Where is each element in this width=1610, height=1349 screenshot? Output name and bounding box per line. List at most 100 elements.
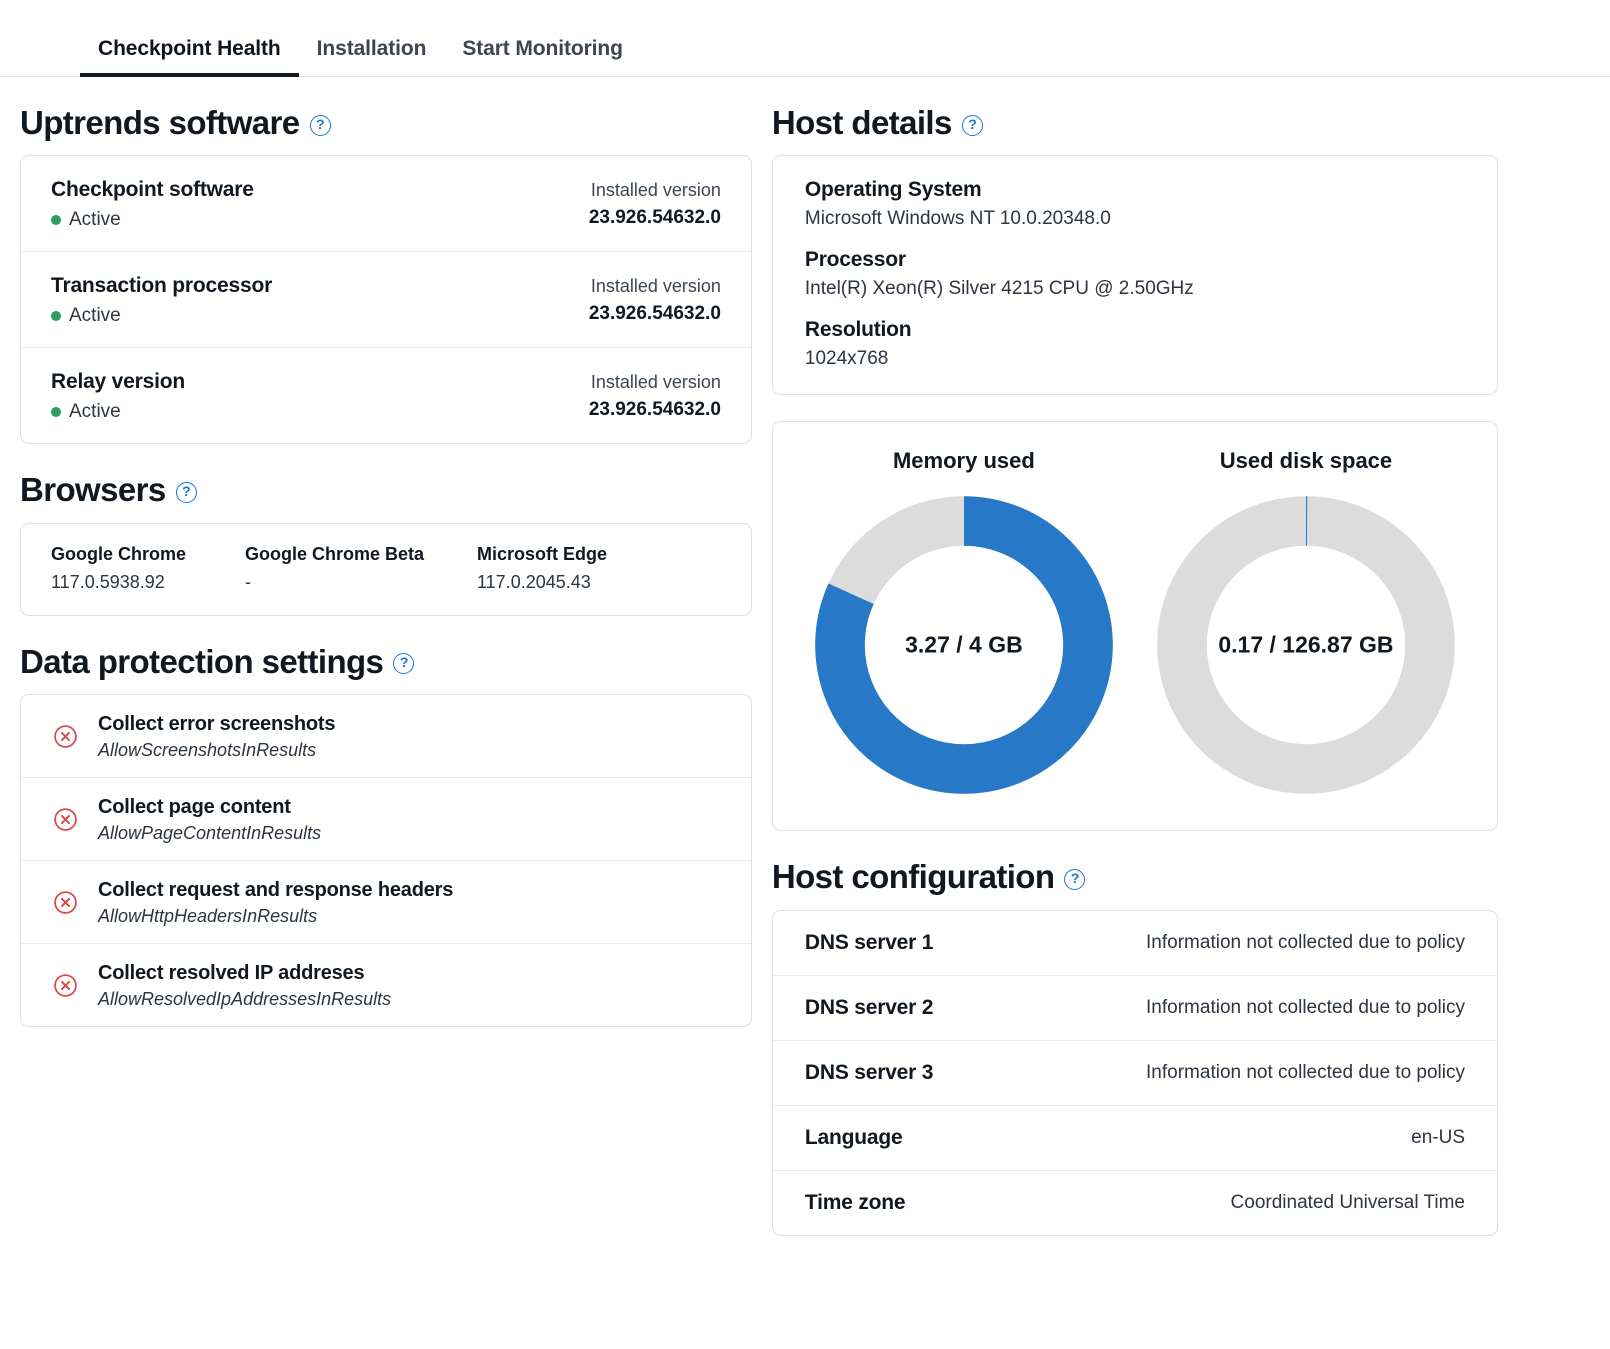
- software-name: Checkpoint software: [51, 178, 254, 202]
- browser-name: Google Chrome: [51, 543, 187, 564]
- status-dot-icon: [51, 407, 61, 418]
- resource-gauges-card: Memory used 3.27 / 4 GB Used disk space: [771, 421, 1498, 832]
- config-value: Information not collected due to policy: [1146, 931, 1465, 953]
- tab-bar: Checkpoint Health Installation Start Mon…: [0, 0, 1610, 77]
- browser-column: Microsoft Edge 117.0.2045.43: [477, 544, 607, 593]
- page-root: Checkpoint Health Installation Start Mon…: [0, 0, 1610, 1349]
- software-name: Transaction processor: [51, 274, 273, 298]
- host-detail-block: Processor Intel(R) Xeon(R) Silver 4215 C…: [805, 248, 1465, 300]
- software-status: Active: [51, 305, 272, 327]
- browsers-heading: Browsers ?: [20, 471, 752, 509]
- data-protection-key: AllowResolvedIpAddressesInResults: [98, 988, 392, 1009]
- x-circle-icon: [54, 891, 77, 914]
- table-row: Time zone Coordinated Universal Time: [773, 1171, 1497, 1235]
- gauge-center-label: 0.17 / 126.87 GB: [1218, 631, 1394, 658]
- uptrends-software-heading: Uptrends software ?: [20, 104, 752, 141]
- used-disk-space-gauge: Used disk space 0.17 / 126.87 GB: [1141, 448, 1471, 800]
- gauge-center-label: 3.27 / 4 GB: [905, 631, 1023, 658]
- tab-label: Start Monitoring: [462, 37, 623, 60]
- section-title: Data protection settings: [20, 642, 384, 680]
- installed-version-value: 23.926.54632.0: [588, 399, 721, 421]
- config-value: Information not collected due to policy: [1146, 1061, 1465, 1083]
- browser-name: Microsoft Edge: [477, 543, 608, 564]
- host-details-card: Operating System Microsoft Windows NT 10…: [771, 155, 1498, 396]
- software-row-main: Relay version Active: [51, 370, 185, 423]
- help-circle-icon[interactable]: ?: [309, 114, 331, 136]
- section-title: Browsers: [20, 471, 166, 509]
- data-protection-card: Collect error screenshots AllowScreensho…: [20, 693, 752, 1027]
- data-protection-key: AllowPageContentInResults: [98, 822, 322, 843]
- data-protection-text: Collect request and response headers All…: [98, 879, 453, 927]
- tab-label: Checkpoint Health: [98, 37, 281, 60]
- software-row-main: Checkpoint software Active: [51, 178, 254, 231]
- browser-name: Google Chrome Beta: [245, 543, 425, 564]
- software-row: Transaction processor Active Installed v…: [21, 252, 751, 349]
- help-circle-icon[interactable]: ?: [961, 114, 983, 136]
- data-protection-row: Collect error screenshots AllowScreensho…: [21, 695, 751, 778]
- installed-version-label: Installed version: [590, 372, 721, 393]
- browser-column: Google Chrome 117.0.5938.92: [51, 544, 221, 593]
- x-circle-icon: [54, 974, 77, 997]
- host-detail-label: Resolution: [804, 318, 912, 342]
- memory-used-gauge: Memory used 3.27 / 4 GB: [799, 448, 1129, 800]
- left-column: Uptrends software ? Checkpoint software …: [0, 77, 772, 1236]
- help-circle-icon[interactable]: ?: [1064, 868, 1086, 890]
- gauge-title: Memory used: [892, 448, 1035, 474]
- content-columns: Uptrends software ? Checkpoint software …: [0, 77, 1610, 1236]
- host-detail-label: Operating System: [804, 178, 982, 202]
- software-status: Active: [51, 401, 185, 423]
- x-circle-icon: [54, 725, 77, 748]
- browser-column: Google Chrome Beta -: [245, 544, 453, 593]
- table-row: Language en-US: [772, 1106, 1497, 1171]
- browser-version: -: [245, 571, 251, 592]
- software-version-block: Installed version 23.926.54632.0: [589, 178, 721, 229]
- status-label: Active: [69, 401, 121, 423]
- gauge-title: Used disk space: [1219, 448, 1393, 474]
- host-detail-block: Operating System Microsoft Windows NT 10…: [805, 178, 1465, 230]
- host-details-heading: Host details ?: [771, 104, 1498, 141]
- status-label: Active: [69, 305, 121, 327]
- data-protection-key: AllowScreenshotsInResults: [98, 739, 317, 760]
- data-protection-title: Collect resolved IP addreses: [98, 961, 365, 984]
- software-version-block: Installed version 23.926.54632.0: [589, 370, 721, 421]
- help-circle-icon[interactable]: ?: [175, 481, 197, 503]
- tab-start-monitoring[interactable]: Start Monitoring: [444, 37, 641, 77]
- data-protection-text: Collect resolved IP addreses AllowResolv…: [98, 962, 391, 1010]
- tab-checkpoint-health[interactable]: Checkpoint Health: [80, 37, 299, 77]
- section-title: Host configuration: [771, 858, 1055, 896]
- browser-version: 117.0.5938.92: [51, 571, 165, 592]
- config-label: DNS server 2: [804, 995, 934, 1019]
- section-title: Host details: [771, 104, 952, 141]
- table-row: DNS server 1 Information not collected d…: [772, 911, 1497, 976]
- uptrends-software-card: Checkpoint software Active Installed ver…: [20, 155, 752, 445]
- data-protection-text: Collect page content AllowPageContentInR…: [98, 796, 321, 844]
- installed-version-value: 23.926.54632.0: [588, 207, 721, 229]
- host-configuration-heading: Host configuration ?: [771, 858, 1498, 896]
- status-label: Active: [69, 209, 121, 231]
- config-label: Time zone: [804, 1190, 906, 1214]
- software-status: Active: [51, 209, 254, 231]
- host-configuration-card: DNS server 1 Information not collected d…: [771, 909, 1498, 1236]
- browser-version: 117.0.2045.43: [477, 571, 591, 592]
- tab-installation[interactable]: Installation: [299, 37, 445, 77]
- data-protection-title: Collect request and response headers: [98, 878, 454, 901]
- config-label: DNS server 3: [804, 1060, 934, 1084]
- config-value: Coordinated Universal Time: [1230, 1191, 1465, 1213]
- config-label: Language: [804, 1125, 903, 1149]
- help-circle-icon[interactable]: ?: [393, 653, 415, 675]
- table-row: DNS server 3 Information not collected d…: [772, 1041, 1497, 1106]
- installed-version-value: 23.926.54632.0: [588, 303, 721, 325]
- data-protection-text: Collect error screenshots AllowScreensho…: [98, 713, 336, 761]
- data-protection-heading: Data protection settings ?: [20, 642, 752, 680]
- gauge-donut-wrap: 0.17 / 126.87 GB: [1151, 490, 1461, 800]
- section-title: Uptrends software: [20, 104, 300, 141]
- data-protection-row: Collect page content AllowPageContentInR…: [21, 778, 751, 861]
- data-protection-row: Collect request and response headers All…: [21, 861, 751, 944]
- installed-version-label: Installed version: [590, 180, 721, 201]
- browsers-card: Google Chrome 117.0.5938.92 Google Chrom…: [20, 522, 752, 616]
- software-row: Relay version Active Installed version 2…: [21, 348, 751, 443]
- installed-version-label: Installed version: [590, 276, 721, 297]
- gauge-donut-wrap: 3.27 / 4 GB: [809, 490, 1119, 800]
- config-label: DNS server 1: [804, 930, 934, 954]
- tab-label: Installation: [316, 37, 427, 60]
